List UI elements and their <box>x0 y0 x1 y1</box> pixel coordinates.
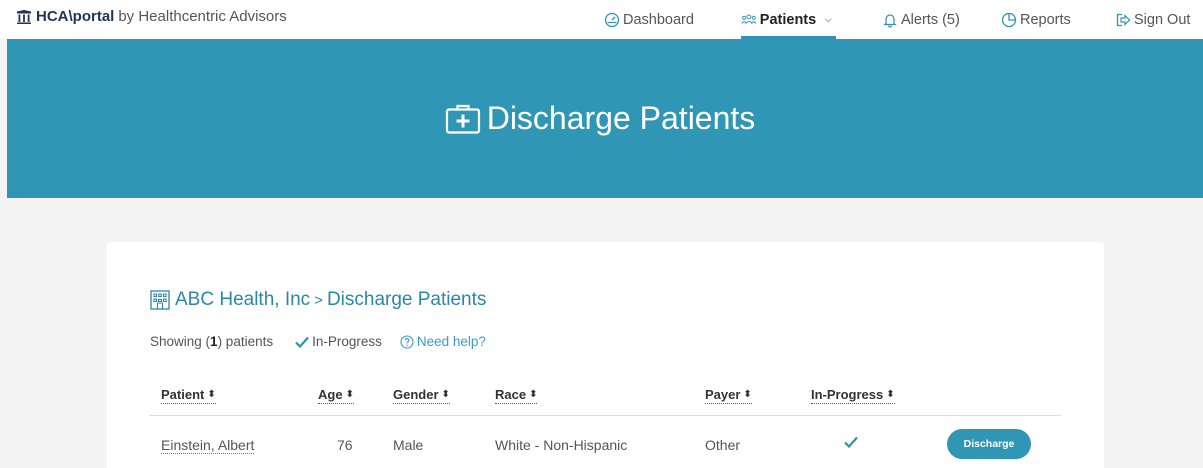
column-header-in-progress[interactable]: In-Progress ⬍ <box>811 387 895 404</box>
column-header-payer-label: Payer <box>705 387 741 402</box>
nav-alerts-label: Alerts (5) <box>901 11 960 28</box>
column-header-gender-label: Gender <box>393 387 439 402</box>
in-progress-checkmark-icon <box>844 435 858 451</box>
sign-out-icon <box>1116 13 1131 26</box>
sort-icon: ⬍ <box>441 388 450 400</box>
sort-icon: ⬍ <box>207 388 216 400</box>
breadcrumb-separator: > <box>314 291 323 309</box>
list-meta-bar: Showing (1) patients In-Progress Need he… <box>150 334 486 349</box>
page-hero-banner: Discharge Patients <box>7 39 1203 198</box>
nav-reports-label: Reports <box>1020 11 1071 28</box>
brand-tagline: by Healthcentric Advisors <box>118 8 287 25</box>
column-header-gender[interactable]: Gender ⬍ <box>393 387 450 404</box>
breadcrumb: ABC Health, Inc > Discharge Patients <box>149 289 486 311</box>
patient-age: 76 <box>337 437 353 453</box>
column-header-payer[interactable]: Payer ⬍ <box>705 387 752 404</box>
in-progress-legend: In-Progress <box>295 334 382 349</box>
patient-name-link[interactable]: Einstein, Albert <box>161 437 255 454</box>
nav-dashboard-label: Dashboard <box>623 11 694 28</box>
patient-gender: Male <box>393 437 424 453</box>
column-header-age[interactable]: Age ⬍ <box>318 387 354 404</box>
column-header-patient-label: Patient <box>161 387 205 402</box>
nav-patients-label: Patients <box>759 11 817 28</box>
users-group-icon <box>741 14 757 24</box>
top-navbar: HCA\portal by Healthcentric Advisors Das… <box>0 0 1203 39</box>
nav-signout[interactable]: Sign Out <box>1115 0 1190 39</box>
page-title: Discharge Patients <box>445 100 756 137</box>
column-header-patient[interactable]: Patient ⬍ <box>161 387 216 404</box>
building-columns-icon <box>17 9 31 24</box>
need-help-link[interactable]: Need help? <box>400 334 486 349</box>
pie-chart-icon <box>1001 12 1017 27</box>
sort-icon: ⬍ <box>345 388 354 400</box>
checkmark-icon <box>295 336 309 348</box>
nav-reports[interactable]: Reports <box>1001 0 1071 39</box>
building-icon <box>150 290 170 310</box>
column-header-in-progress-label: In-Progress <box>811 387 884 402</box>
patient-count: Showing (1) patients <box>150 334 274 349</box>
nav-signout-label: Sign Out <box>1134 11 1191 28</box>
discharge-button[interactable]: Discharge <box>947 429 1031 459</box>
question-circle-icon <box>400 334 414 349</box>
patients-card: ABC Health, Inc > Discharge Patients Sho… <box>107 242 1104 468</box>
medical-kit-icon <box>445 104 480 134</box>
column-header-race[interactable]: Race ⬍ <box>495 387 538 404</box>
patient-race: White - Non-Hispanic <box>495 437 628 453</box>
patient-count-value: 1 <box>210 334 218 349</box>
nav-alerts[interactable]: Alerts (5) <box>882 0 960 39</box>
page-title-text: Discharge Patients <box>486 100 756 136</box>
breadcrumb-current: Discharge Patients <box>326 289 487 310</box>
sort-icon: ⬍ <box>886 388 895 400</box>
nav-patients[interactable]: Patients <box>741 0 836 39</box>
in-progress-legend-label: In-Progress <box>312 334 382 349</box>
column-header-age-label: Age <box>318 387 343 402</box>
need-help-label: Need help? <box>416 334 486 349</box>
dashboard-gauge-icon <box>604 12 620 27</box>
table-header-divider <box>149 415 1061 416</box>
checkmark-icon <box>844 436 858 449</box>
brand-logo[interactable]: HCA\portal by Healthcentric Advisors <box>16 8 287 25</box>
chevron-down-icon <box>825 17 832 22</box>
nav-dashboard[interactable]: Dashboard <box>604 0 694 39</box>
column-header-race-label: Race <box>495 387 527 402</box>
sort-icon: ⬍ <box>529 388 538 400</box>
brand-name: HCA\portal <box>36 8 115 25</box>
breadcrumb-org-link[interactable]: ABC Health, Inc <box>175 289 310 311</box>
sort-icon: ⬍ <box>743 388 752 400</box>
bell-icon <box>883 13 897 28</box>
patient-payer: Other <box>705 437 741 453</box>
